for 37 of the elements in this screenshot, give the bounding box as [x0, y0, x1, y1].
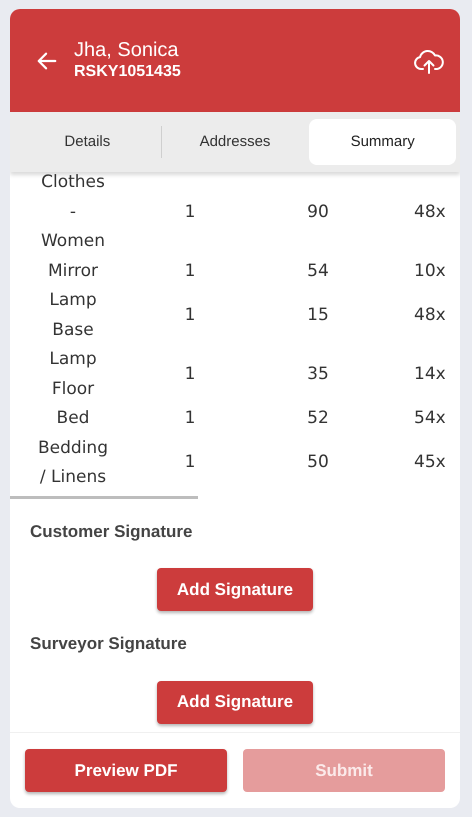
- table-cell: 10x: [414, 260, 446, 280]
- table-cell: 52: [307, 408, 329, 428]
- reference-number: RSKY1051435: [74, 63, 181, 81]
- add-signature-button[interactable]: Add Signature: [157, 680, 313, 724]
- table-cell: 1: [184, 408, 196, 428]
- table-cell: 1: [184, 304, 196, 325]
- table-cell: 48x: [414, 202, 446, 222]
- cloud-upload-icon[interactable]: [413, 49, 445, 75]
- signature-label: Surveyor Signature: [30, 633, 187, 655]
- add-signature-button[interactable]: Add Signature: [157, 568, 313, 611]
- table-cell: 45x: [414, 452, 446, 472]
- tab[interactable]: Details: [14, 119, 161, 165]
- table-cell: 35: [307, 364, 329, 384]
- customer-name: Jha, Sonica: [74, 38, 180, 63]
- table-cell-text: Bed: [56, 407, 90, 430]
- table-cell-text: Lamp Floor: [48, 348, 98, 400]
- table-cell-text: Lamp Base: [48, 289, 98, 342]
- signature-label: Customer Signature: [30, 520, 192, 543]
- table-cell-text: Clothes - Women: [40, 171, 106, 253]
- tab[interactable]: Addresses: [162, 119, 308, 165]
- table-cell: 1: [184, 452, 196, 472]
- table-cell: 1: [184, 260, 196, 280]
- table-cell-text: Mirror: [46, 260, 100, 282]
- table-cell: 50: [307, 452, 329, 472]
- table-cell: 15: [307, 304, 329, 325]
- preview-pdf-button[interactable]: Preview PDF: [25, 749, 227, 792]
- table-cell: 54x: [414, 408, 446, 428]
- scroll-bar[interactable]: [10, 496, 198, 498]
- tab[interactable]: Summary: [309, 119, 456, 165]
- table-cell: 48x: [414, 304, 446, 325]
- table-cell-text: Bedding / Linens: [37, 436, 109, 489]
- table-cell: 1: [184, 364, 196, 384]
- back-arrow-icon[interactable]: [36, 50, 58, 72]
- table-cell: 1: [184, 202, 196, 222]
- table-cell: 54: [307, 260, 329, 280]
- table-cell: 90: [307, 202, 329, 222]
- table-cell: 14x: [414, 364, 446, 384]
